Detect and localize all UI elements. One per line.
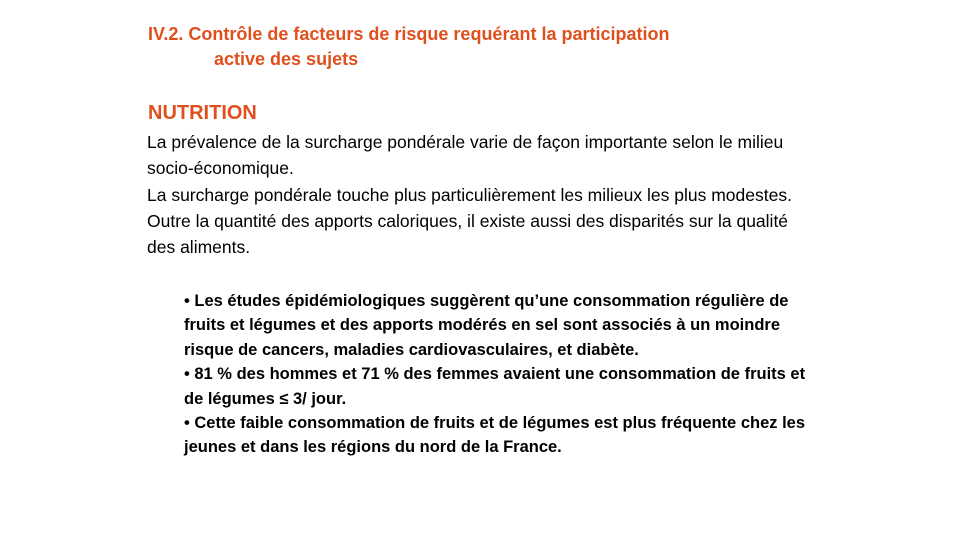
bullet-item: • Cette faible consommation de fruits et… xyxy=(184,411,824,460)
slide: IV.2. Contrôle de facteurs de risque req… xyxy=(0,0,960,540)
body-text: La prévalence de la surcharge pondérale … xyxy=(147,129,807,260)
slide-heading: IV.2. Contrôle de facteurs de risque req… xyxy=(148,22,848,72)
heading-line-2: active des sujets xyxy=(214,49,359,69)
heading-line-1: IV.2. Contrôle de facteurs de risque req… xyxy=(148,24,670,44)
bullet-icon: • xyxy=(184,365,190,384)
bullet-list: • Les études épidémiologiques suggèrent … xyxy=(184,289,824,460)
bullet-item: • Les études épidémiologiques suggèrent … xyxy=(184,289,824,362)
paragraph-modest-milieux: La surcharge pondérale touche plus parti… xyxy=(147,184,792,205)
bullet-icon: • xyxy=(184,292,190,310)
paragraph-prevalence: La prévalence de la surcharge pondérale … xyxy=(147,132,784,179)
bullet-text: Cette faible consommation de fruits et d… xyxy=(184,414,806,457)
bullet-text: 81 % des hommes et 71 % des femmes avaie… xyxy=(184,365,806,408)
bullet-text: Les études épidémiologiques suggèrent qu… xyxy=(184,292,789,359)
bullet-icon: • xyxy=(184,414,190,433)
section-title: NUTRITION xyxy=(148,102,257,124)
bullet-item: • 81 % des hommes et 71 % des femmes ava… xyxy=(184,362,824,411)
paragraph-food-quality: Outre la quantité des apports caloriques… xyxy=(147,210,789,258)
